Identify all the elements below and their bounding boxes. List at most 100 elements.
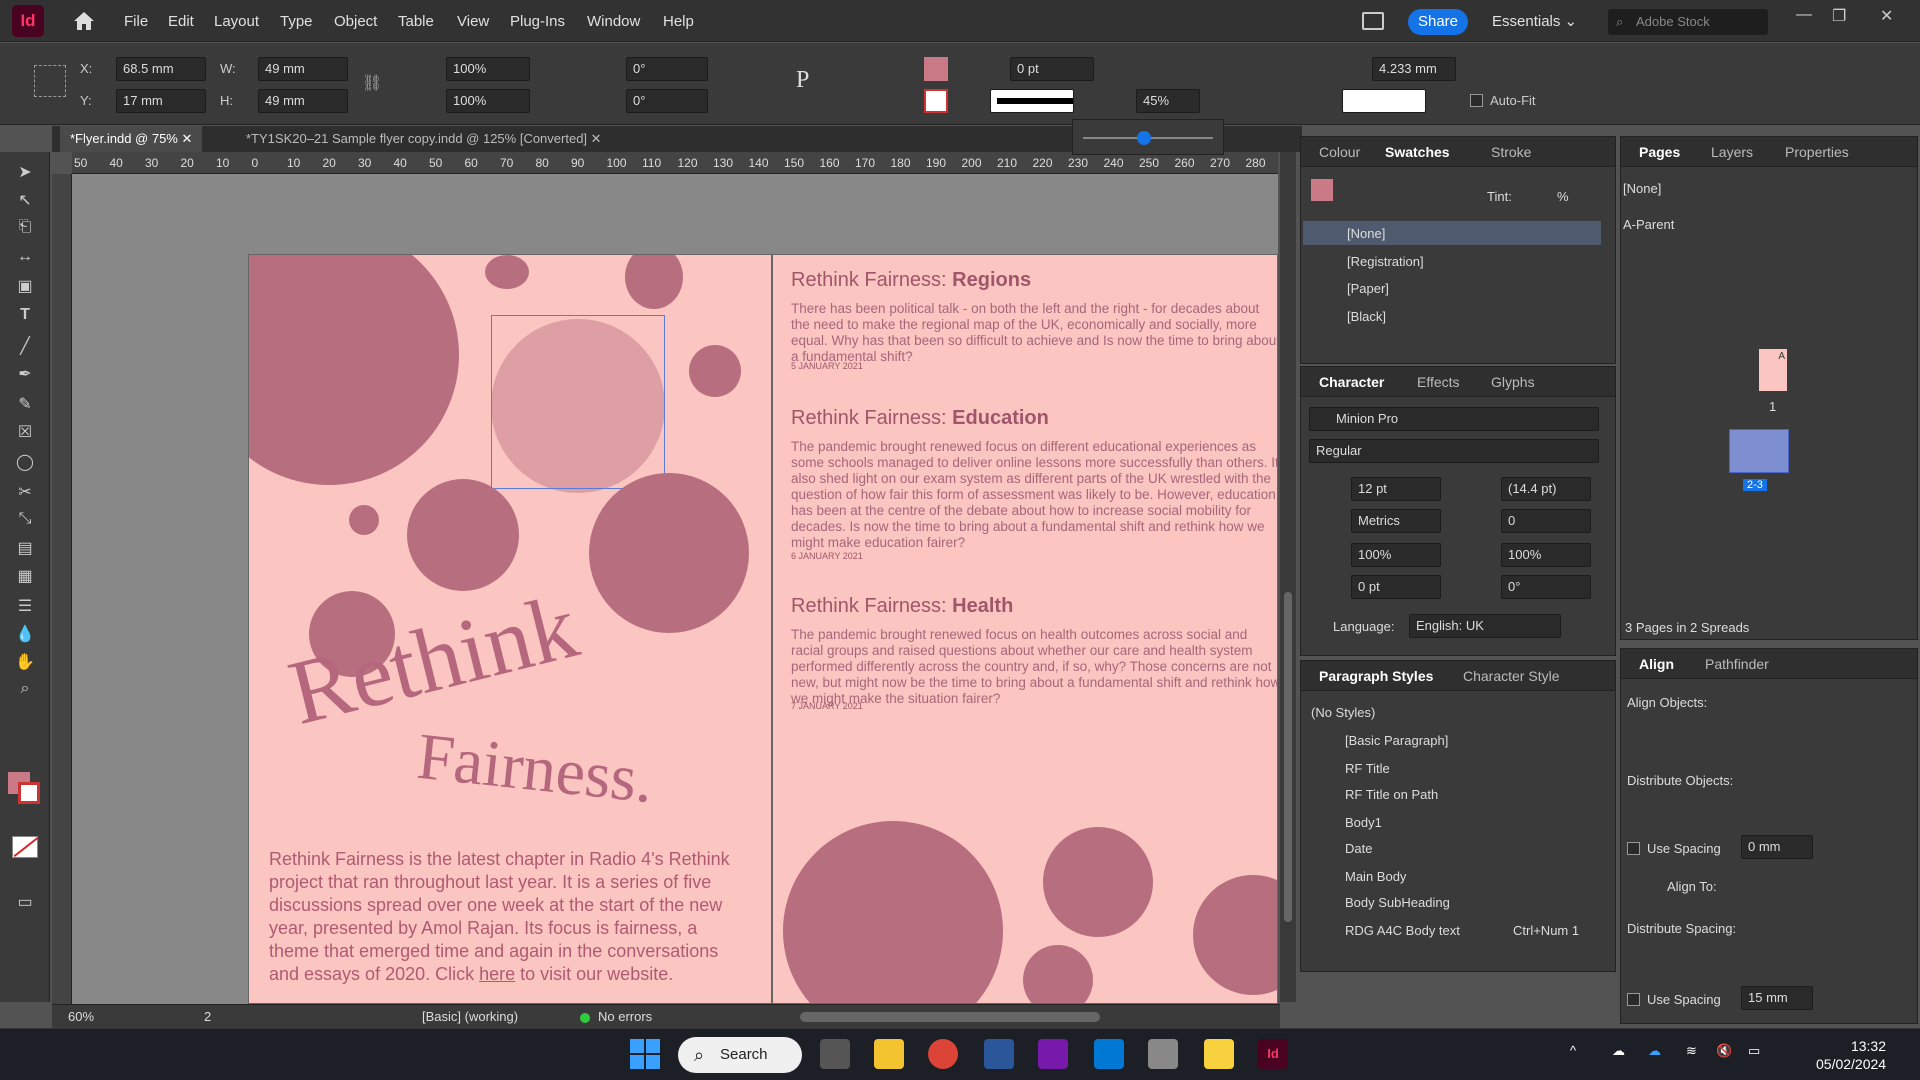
cloud-icon[interactable]: ☁ [1612,1043,1625,1059]
font-style-field[interactable]: Regular [1309,439,1599,463]
constrain-proportions-icon[interactable]: ⛓ [362,73,382,93]
menu-file[interactable]: File [124,13,148,30]
task-view-icon[interactable] [820,1039,850,1069]
tab-character-style[interactable]: Character Style [1463,668,1559,684]
horizontal-scrollbar[interactable] [800,1012,1100,1022]
style-item[interactable]: [Basic Paragraph] [1345,733,1448,748]
stroke-type-field[interactable] [990,89,1074,113]
autofit-checkbox[interactable] [1470,94,1483,107]
font-family-field[interactable]: Minion Pro [1309,407,1599,431]
style-item[interactable]: (No Styles) [1311,705,1375,720]
font-size-field[interactable]: 12 pt [1351,477,1441,501]
close-icon[interactable]: ✕ [181,131,192,146]
y-field[interactable]: 17 mm [116,89,206,113]
frame-fitting-field[interactable] [1342,89,1426,113]
content-collector-icon[interactable]: ▣ [14,276,36,298]
swatch-none[interactable]: [None] [1347,226,1385,241]
taskbar-search[interactable]: ⌕ Search [678,1037,802,1073]
circle-shape[interactable] [1043,827,1153,937]
scale-y-field[interactable]: 100% [446,89,530,113]
menu-layout[interactable]: Layout [214,13,259,30]
chrome-icon[interactable] [928,1039,958,1069]
word-icon[interactable] [984,1039,1014,1069]
swatch-paper[interactable]: [Paper] [1347,281,1389,296]
ellipse-tool-icon[interactable]: ◯ [14,452,36,474]
circle-shape[interactable] [1193,875,1277,995]
outlook-icon[interactable] [1094,1039,1124,1069]
menu-type[interactable]: Type [280,13,313,30]
workspace-switcher[interactable]: Essentials ⌄ [1492,12,1577,30]
type-on-path-icon[interactable]: P [796,67,809,94]
gradient-tool-icon[interactable]: ▤ [14,538,36,560]
free-transform-tool-icon[interactable]: ⤡ [14,510,36,532]
tab-swatches[interactable]: Swatches [1385,144,1450,160]
parent-none[interactable]: [None] [1623,181,1661,196]
circle-shape[interactable] [249,255,459,485]
tab-stroke[interactable]: Stroke [1491,144,1531,160]
adobe-stock-search[interactable]: ⌕ Adobe Stock [1608,9,1768,35]
tab-properties[interactable]: Properties [1785,144,1849,160]
tab-effects[interactable]: Effects [1417,374,1460,390]
tab-flyer[interactable]: *Flyer.indd @ 75% ✕ [60,126,203,152]
intro-text[interactable]: Rethink Fairness is the latest chapter i… [269,848,749,986]
circle-shape[interactable] [589,473,749,633]
close-icon[interactable]: ✕ [1880,6,1893,26]
parent-a[interactable]: A-Parent [1623,217,1674,232]
selection-tool-icon[interactable]: ➤ [14,162,36,184]
gradient-feather-tool-icon[interactable]: ▦ [14,566,36,588]
circle-shape[interactable] [407,479,519,591]
system-clock[interactable]: 13:32 05/02/2024 [1816,1037,1886,1073]
page-number[interactable]: 2 [204,1009,211,1024]
swatch-registration[interactable]: [Registration] [1347,254,1424,269]
share-button[interactable]: Share [1408,9,1468,35]
skew-field[interactable]: 0° [1501,575,1591,599]
indesign-taskbar-icon[interactable]: Id [1258,1039,1288,1069]
type-tool-icon[interactable]: T [14,306,36,328]
spacing-field-2[interactable]: 15 mm [1741,986,1813,1010]
apply-none-icon[interactable] [12,836,39,858]
rectangle-frame-tool-icon[interactable]: ☒ [14,422,36,444]
fill-swatch[interactable] [1311,179,1333,201]
spread-thumbnail-2-3[interactable] [1729,429,1789,473]
close-icon[interactable]: ✕ [591,131,602,146]
snipping-tool-icon[interactable] [1148,1039,1178,1069]
tab-pathfinder[interactable]: Pathfinder [1705,656,1769,672]
windows-start-icon[interactable] [630,1039,660,1069]
style-item[interactable]: Date [1345,841,1372,856]
page-tool-icon[interactable]: ⎗ [14,218,36,240]
hand-tool-icon[interactable]: ✋ [14,652,36,674]
kerning-field[interactable]: Metrics [1351,509,1441,533]
tab-align[interactable]: Align [1639,656,1674,672]
tab-paragraph-styles[interactable]: Paragraph Styles [1319,668,1433,684]
style-item[interactable]: RDG A4C Body text [1345,923,1460,938]
tab-character[interactable]: Character [1319,374,1384,390]
line-tool-icon[interactable]: ╱ [14,336,36,358]
style-item[interactable]: RF Title on Path [1345,787,1438,802]
eyedropper-tool-icon[interactable]: 💧 [14,624,36,646]
horizontal-scale-field[interactable]: 100% [1501,543,1591,567]
gap-tool-icon[interactable]: ↔ [14,248,36,270]
article-heading-education[interactable]: Rethink Fairness: Education [791,407,1049,430]
opacity-field[interactable]: 45% [1136,89,1200,113]
circle-shape[interactable] [1023,945,1093,1003]
tracking-field[interactable]: 0 [1501,509,1591,533]
circle-shape[interactable] [783,821,1003,1003]
article-heading-health[interactable]: Rethink Fairness: Health [791,595,1013,618]
menu-plugins[interactable]: Plug-Ins [510,13,565,30]
direct-selection-tool-icon[interactable]: ↖ [14,190,36,212]
reference-value-field[interactable]: 4.233 mm [1372,57,1456,81]
document-canvas[interactable]: Rethink Fairness. Rethink Fairness is th… [72,174,1278,1004]
leading-field[interactable]: (14.4 pt) [1501,477,1591,501]
article-body[interactable]: The pandemic brought renewed focus on di… [791,439,1277,551]
style-item[interactable]: Main Body [1345,869,1406,884]
stroke-swatch[interactable] [924,89,948,113]
title-fairness[interactable]: Fairness. [414,719,657,819]
menu-edit[interactable]: Edit [168,13,194,30]
zoom-level[interactable]: 60% [68,1009,94,1024]
website-link[interactable]: here [479,964,515,984]
width-field[interactable]: 49 mm [258,57,348,81]
screen-mode-icon[interactable] [1362,12,1384,30]
onenote-icon[interactable] [1038,1039,1068,1069]
scale-x-field[interactable]: 100% [446,57,530,81]
use-spacing-checkbox-2[interactable] [1627,993,1640,1006]
